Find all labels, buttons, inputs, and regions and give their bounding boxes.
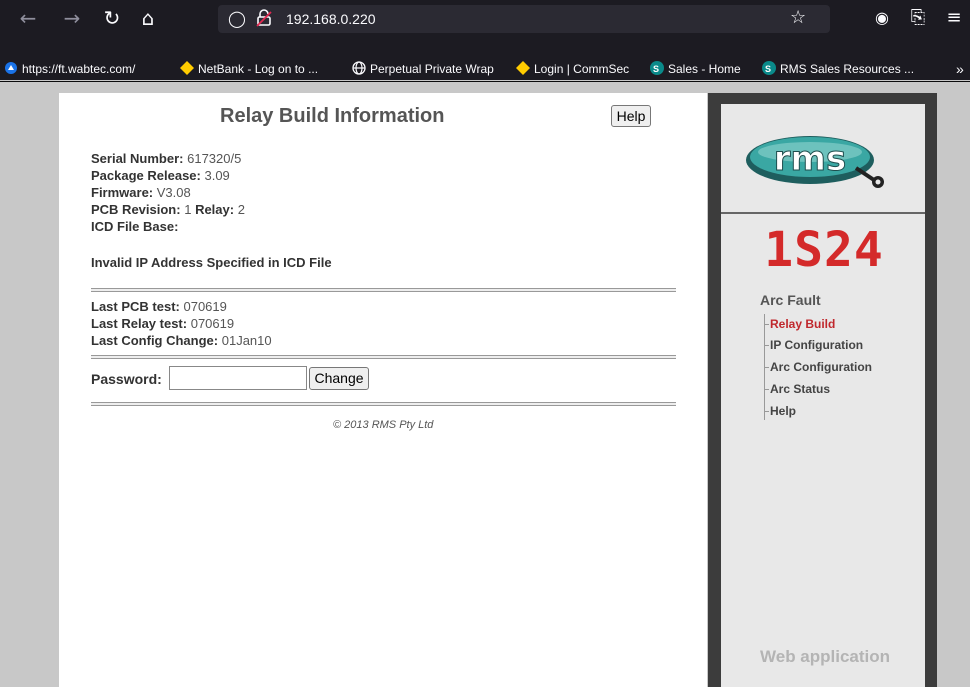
section-title: Arc Fault [760,292,821,308]
diamond-icon [516,61,530,75]
bookmark-star-icon[interactable]: ☆ [790,7,806,28]
package-release-row: Package Release: 3.09 [91,168,230,183]
bookmark-item[interactable]: https://ft.wabtec.com/ [4,60,135,78]
insecure-lock-icon[interactable] [256,9,272,31]
svg-text:S: S [765,64,771,74]
nav-row: ← → ↻ ⌂ ◯ 192.168.0.220 ☆ ◉ ⎘ ≡ [0,0,970,36]
password-label: Password: [91,371,162,387]
shield-icon[interactable]: ◯ [228,9,246,28]
serial-number-row: Serial Number: 617320/5 [91,151,242,166]
bookmark-item[interactable]: NetBank - Log on to ... [180,60,318,78]
model-name: 1S24 [764,222,884,278]
rms-logo: rms [746,136,884,188]
sharepoint-icon: S [650,61,664,75]
menu-item-arc-status[interactable]: Arc Status [763,382,830,396]
menu-item-help[interactable]: Help [763,404,796,418]
icd-error-message: Invalid IP Address Specified in ICD File [91,255,332,270]
reload-icon[interactable]: ↻ [98,6,126,30]
menu-item-arc-configuration[interactable]: Arc Configuration [764,360,872,374]
sharepoint-icon: S [762,61,776,75]
firmware-row: Firmware: V3.08 [91,185,191,200]
chevron-right-icon[interactable]: » [956,60,964,78]
address-bar[interactable]: ◯ 192.168.0.220 ☆ [218,5,830,33]
web-application-label: Web application [760,647,891,666]
browser-toolbar: ← → ↻ ⌂ ◯ 192.168.0.220 ☆ ◉ ⎘ ≡ [0,0,970,58]
account-icon[interactable]: ◉ [868,6,896,30]
main-content: Relay Build Information Help Serial Numb… [59,93,707,687]
page-title: Relay Build Information [220,105,445,127]
globe-icon [352,61,366,75]
home-icon[interactable]: ⌂ [134,6,162,30]
bookmark-item[interactable]: S Sales - Home [650,60,741,78]
url-text[interactable]: 192.168.0.220 [286,11,376,27]
icd-file-base-row: ICD File Base: [91,219,179,234]
bookmark-item[interactable]: S RMS Sales Resources ... [762,60,914,78]
change-button[interactable]: Change [309,367,369,390]
divider [0,81,970,82]
svg-text:S: S [653,64,659,74]
password-input[interactable] [169,366,307,390]
extensions-icon[interactable]: ⎘ [904,6,932,30]
menu-item-relay-build[interactable]: Relay Build [763,317,835,331]
menu-item-ip-configuration[interactable]: IP Configuration [763,338,863,352]
divider [91,288,676,292]
help-button[interactable]: Help [611,105,651,127]
last-relay-test-row: Last Relay test: 070619 [91,316,235,331]
divider [91,402,676,406]
last-pcb-test-row: Last PCB test: 070619 [91,299,227,314]
back-arrow-icon[interactable]: ← [14,6,42,30]
bookmarks-bar: https://ft.wabtec.com/ NetBank - Log on … [0,58,970,80]
forward-arrow-icon[interactable]: → [58,6,86,30]
last-config-change-row: Last Config Change: 01Jan10 [91,333,272,348]
bookmark-item[interactable]: Perpetual Private Wrap [352,60,494,78]
divider [721,212,925,214]
copyright: © 2013 RMS Pty Ltd [333,419,434,431]
divider [91,355,676,359]
menu-icon[interactable]: ≡ [940,6,968,30]
diamond-icon [180,61,194,75]
logo-text: rms [774,139,846,179]
pcb-revision-row: PCB Revision: 1 Relay: 2 [91,202,245,217]
bookmark-item[interactable]: Login | CommSec [516,60,629,78]
globe-icon [4,61,18,75]
